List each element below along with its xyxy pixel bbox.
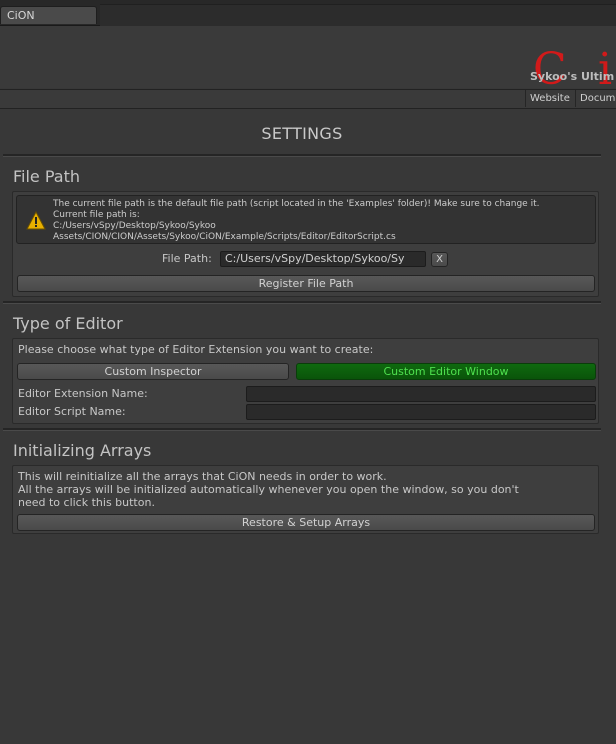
divider: [3, 301, 601, 304]
description-line: All the arrays will be initialized autom…: [18, 483, 519, 496]
arrays-description: This will reinitialize all the arrays th…: [18, 470, 519, 509]
custom-inspector-toggle[interactable]: Custom Inspector: [17, 363, 289, 380]
file-path-label: File Path:: [162, 252, 212, 265]
header-banner: C i: [0, 26, 616, 94]
warning-line: Current file path is:: [53, 210, 140, 220]
divider: [3, 428, 601, 431]
clear-file-path-button[interactable]: X: [431, 252, 448, 267]
file-path-field[interactable]: C:/Users/vSpy/Desktop/Sykoo/Sy: [220, 251, 426, 267]
description-line: This will reinitialize all the arrays th…: [18, 470, 387, 483]
documentation-link[interactable]: Docum: [575, 90, 616, 107]
website-link[interactable]: Website: [525, 90, 574, 107]
warning-helpbox: The current file path is the default fil…: [16, 195, 596, 244]
arrays-section-title: Initializing Arrays: [13, 441, 152, 460]
extension-name-field[interactable]: [246, 386, 596, 402]
script-name-field[interactable]: [246, 404, 596, 420]
divider: [3, 154, 601, 157]
editor-type-section-title: Type of Editor: [13, 314, 123, 333]
extension-name-label: Editor Extension Name:: [18, 387, 148, 400]
warning-line: The current file path is the default fil…: [53, 199, 540, 209]
warning-icon: [26, 211, 46, 230]
script-name-label: Editor Script Name:: [18, 405, 126, 418]
tab-bar-empty-area: [100, 4, 616, 26]
page-title: SETTINGS: [261, 124, 343, 143]
window-tab-cion[interactable]: CiON: [0, 6, 97, 24]
description-line: need to click this button.: [18, 496, 155, 509]
warning-line: C:/Users/vSpy/Desktop/Sykoo/Sykoo: [53, 221, 216, 231]
link-bar: [0, 89, 616, 109]
restore-setup-arrays-button[interactable]: Restore & Setup Arrays: [17, 514, 595, 531]
file-path-section-title: File Path: [13, 167, 81, 186]
header-subtitle: Sykoo's Ultim: [530, 70, 615, 83]
editor-type-prompt: Please choose what type of Editor Extens…: [18, 343, 374, 356]
register-file-path-button[interactable]: Register File Path: [17, 275, 595, 292]
warning-text: The current file path is the default fil…: [53, 199, 539, 243]
custom-editor-window-toggle[interactable]: Custom Editor Window: [296, 363, 596, 380]
warning-line: Assets/CION/CION/Assets/Sykoo/CiON/Examp…: [53, 232, 396, 242]
